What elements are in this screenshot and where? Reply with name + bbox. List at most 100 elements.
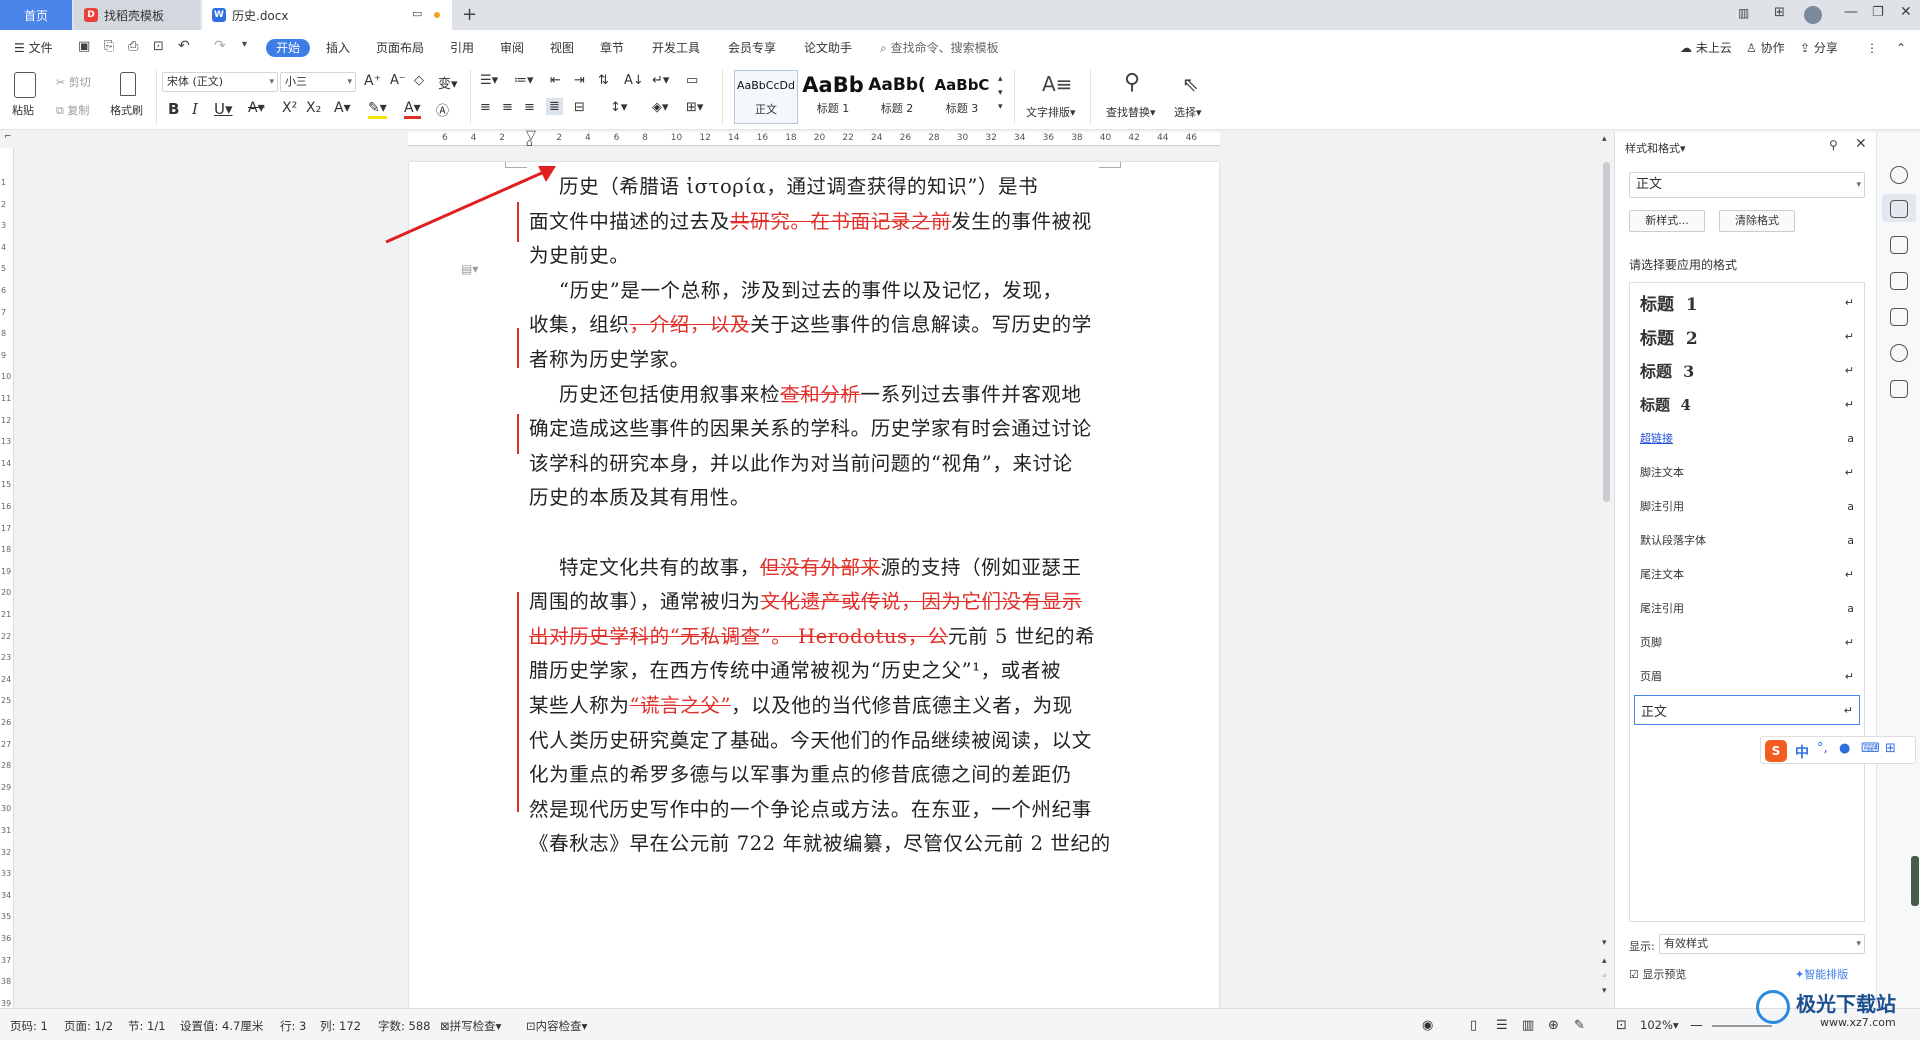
scroll-thumb[interactable] — [1603, 162, 1610, 502]
bold-icon[interactable]: B — [168, 100, 179, 118]
char-border-icon[interactable]: Ⓐ — [436, 100, 449, 119]
style-list-item[interactable]: 页眉 ↵ — [1634, 661, 1860, 691]
print-preview-icon[interactable]: ⊡ — [153, 39, 164, 54]
layout-switch-icon[interactable]: ▥ — [1738, 6, 1749, 20]
avatar[interactable] — [1804, 6, 1822, 24]
distribute-icon[interactable]: ⊟ — [574, 100, 585, 115]
subscript-icon[interactable]: X₂ — [306, 100, 321, 116]
phonetic-icon[interactable]: 变▾ — [438, 73, 458, 92]
text-layout-icon[interactable]: A≡ — [1042, 72, 1072, 96]
menu-view[interactable]: 视图 — [550, 39, 574, 57]
copy-button[interactable]: ⧉ 复制 — [56, 102, 89, 118]
align-right-icon[interactable]: ≡ — [524, 100, 535, 115]
read-view-icon[interactable]: ▥ — [1522, 1018, 1534, 1033]
style-list-item[interactable]: 尾注引用 a — [1634, 593, 1860, 623]
horizontal-ruler[interactable]: ⌐ 6 4 2 2 4 6 8 10 12 14 16 18 20 22 24 26 28 30 32 34 36 38 4… — [0, 128, 1600, 149]
ime-apps-icon[interactable]: ⊞ — [1885, 741, 1896, 756]
vertical-ruler[interactable]: 1 2 3 4 5 6 7 8 9 10 11 12 13 14 15 16 17 18 19 20 21 22 23 24 2… — [0, 148, 14, 1008]
status-pages[interactable]: 页面: 1/2 — [64, 1018, 113, 1034]
share-button[interactable]: ⇪ 分享 — [1800, 39, 1838, 57]
keyboard-icon[interactable]: ⌨ — [1861, 741, 1880, 756]
document-line[interactable]: 特定文化共有的故事，但没有外部来源的支持（例如亚瑟王 — [559, 551, 1082, 580]
style-pen-icon[interactable] — [1890, 200, 1908, 218]
format-painter-button[interactable]: 格式刷 — [110, 102, 143, 118]
document-line[interactable]: 者称为历史学家。 — [529, 343, 690, 372]
pin-icon[interactable]: ⚲ — [1829, 138, 1838, 152]
increase-indent-icon[interactable]: ⇥ — [574, 73, 585, 88]
shading-icon[interactable]: ◈▾ — [652, 100, 669, 115]
save-icon[interactable]: ▣ — [78, 39, 90, 54]
line-spacing-icon[interactable]: ↕▾ — [610, 100, 627, 115]
text-direction-icon[interactable]: ⇅ — [598, 73, 609, 88]
export-pdf-icon[interactable]: ⎘ — [104, 39, 114, 54]
style-gallery-h2[interactable]: AaBb( 标题 2 — [866, 70, 928, 124]
document-line[interactable]: 腊历史学家，在西方传统中通常被视为“历史之父”¹，或者被 — [529, 654, 1061, 683]
document-line[interactable]: 某些人称为“谎言之父”，以及他的当代修昔底德主义者，为现 — [529, 689, 1073, 718]
translate-icon[interactable] — [1890, 380, 1908, 398]
document-line[interactable]: 确定造成这些事件的因果关系的学科。历史学家有时会通过讨论 — [529, 412, 1092, 441]
align-center-icon[interactable]: ≡ — [502, 100, 513, 115]
menu-thesis[interactable]: 论文助手 — [804, 39, 852, 57]
collab-button[interactable]: ♙ 协作 — [1746, 39, 1785, 57]
magnifier-icon[interactable]: ⚲ — [1124, 70, 1140, 95]
style-list-item[interactable]: 默认段落字体 a — [1634, 525, 1860, 555]
smart-layout-link[interactable]: ✦智能排版 — [1795, 966, 1848, 982]
microphone-icon[interactable]: ● — [1839, 741, 1850, 756]
content-check-button[interactable]: ⊡内容检查▾ — [526, 1018, 587, 1034]
sort-icon[interactable]: A↓ — [624, 73, 644, 88]
menu-layout[interactable]: 页面布局 — [376, 39, 424, 57]
side-handle[interactable] — [1911, 856, 1919, 906]
strikethrough-icon[interactable]: A▾ — [248, 100, 265, 116]
underline-icon[interactable]: U▾ — [214, 100, 233, 118]
text-effect-icon[interactable]: A▾ — [334, 100, 351, 116]
cursor-icon[interactable] — [1890, 236, 1908, 254]
find-replace-button[interactable]: 查找替换▾ — [1106, 104, 1156, 120]
cut-button[interactable]: ✂ 剪切 — [56, 74, 91, 90]
menu-member[interactable]: 会员专享 — [728, 39, 776, 57]
font-size-select[interactable]: 小三 — [280, 72, 356, 92]
document-line[interactable]: 历史的本质及其有用性。 — [529, 481, 750, 510]
paste-button[interactable]: 粘贴 — [12, 102, 34, 118]
cloud-status[interactable]: ☁ 未上云 — [1680, 39, 1732, 57]
show-filter-select[interactable]: 有效样式 — [1659, 934, 1865, 954]
style-list-item[interactable]: 超链接 a — [1634, 423, 1860, 453]
menu-review[interactable]: 审阅 — [500, 39, 524, 57]
font-name-select[interactable]: 宋体 (正文) — [162, 72, 278, 92]
monitor-icon[interactable]: ▭ — [412, 7, 422, 20]
status-row[interactable]: 行: 3 — [280, 1018, 306, 1034]
page-view-icon[interactable]: ▯ — [1470, 1018, 1477, 1033]
style-gallery-h3[interactable]: AaBbC 标题 3 — [930, 70, 994, 124]
borders-icon[interactable]: ⊞▾ — [686, 100, 703, 115]
scroll-down-icon[interactable]: ▾ — [1602, 938, 1607, 948]
font-color-icon[interactable]: A▾ — [404, 100, 421, 119]
paragraph-doc-icon[interactable]: ▤▾ — [461, 262, 478, 276]
undo-icon[interactable]: ↶ — [178, 38, 190, 54]
zoom-out-icon[interactable]: — — [1690, 1018, 1703, 1033]
style-list-item[interactable]: 标题 1 ↵ — [1634, 287, 1860, 317]
style-list-item[interactable]: 脚注引用 a — [1634, 491, 1860, 521]
tab-document[interactable]: W 历史.docx ▭ — [202, 0, 452, 30]
justify-icon[interactable]: ≣ — [546, 98, 563, 115]
document-line[interactable]: 代人类历史研究奠定了基础。今天他们的作品继续被阅读，以文 — [529, 724, 1092, 753]
clear-format-icon[interactable]: ◇ — [414, 73, 424, 88]
bullet-list-icon[interactable]: ☰▾ — [480, 73, 498, 88]
superscript-icon[interactable]: X² — [282, 100, 297, 116]
style-list-item[interactable]: 尾注文本 ↵ — [1634, 559, 1860, 589]
document-line[interactable]: 该学科的研究本身，并以此作为对当前问题的“视角”，来讨论 — [529, 447, 1073, 476]
document-line[interactable]: 出对历史学科的“无私调查”。 Herodotus，公元前 5 世纪的希 — [529, 620, 1095, 649]
prev-page-icon[interactable]: ▴ — [1602, 956, 1607, 966]
style-list-item[interactable]: 脚注文本 ↵ — [1634, 457, 1860, 487]
clear-format-button[interactable]: 清除格式 — [1719, 210, 1795, 232]
numbered-list-icon[interactable]: ≔▾ — [514, 73, 534, 88]
document-line[interactable]: 《春秋志》早在公元前 722 年就被编纂，尽管仅公元前 2 世纪的 — [529, 827, 1111, 856]
menu-file[interactable]: ☰ 文件 — [14, 39, 53, 57]
select-button[interactable]: 选择▾ — [1174, 104, 1202, 120]
new-style-button[interactable]: 新样式... — [1629, 210, 1705, 232]
web-view-icon[interactable]: ⊕ — [1548, 1018, 1559, 1033]
style-list-item[interactable]: 标题 3 ↵ — [1634, 355, 1860, 385]
document-line[interactable]: 周围的故事），通常被归为文化遗产或传说，因为它们没有显示 — [529, 585, 1082, 614]
document-line[interactable]: 然是现代历史写作中的一个争论点或方法。在东亚，一个州纪事 — [529, 793, 1092, 822]
style-list-item[interactable]: 标题 4 ↵ — [1634, 389, 1860, 419]
style-gallery-normal[interactable]: AaBbCcDd 正文 — [734, 70, 798, 124]
style-list-item[interactable]: 页脚 ↵ — [1634, 627, 1860, 657]
